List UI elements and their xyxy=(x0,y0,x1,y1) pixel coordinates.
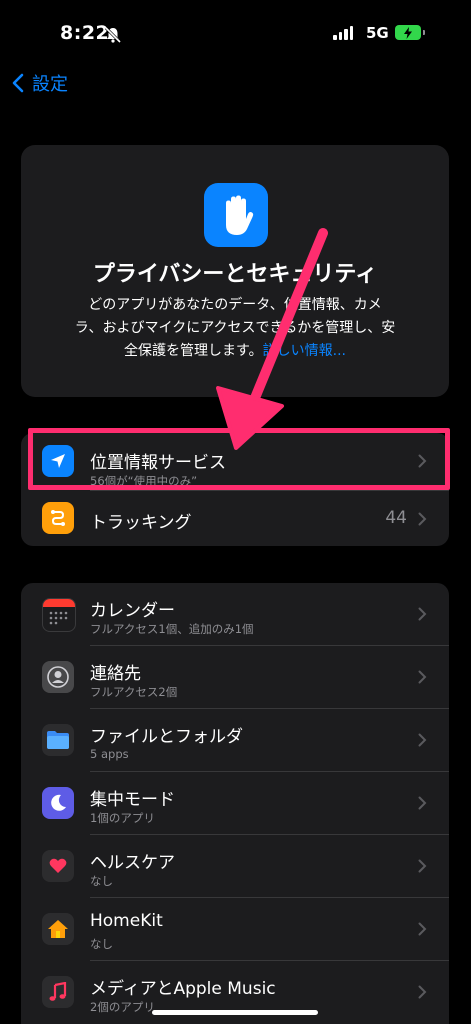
row-title: ヘルスケア xyxy=(90,853,175,873)
moon-icon xyxy=(42,787,74,819)
chevron-right-icon xyxy=(418,859,427,873)
folder-icon xyxy=(42,724,74,756)
row-subtitle: フルアクセス2個 xyxy=(90,685,178,699)
contacts-icon xyxy=(42,661,74,693)
files-folders-row[interactable]: ファイルとフォルダ 5 apps xyxy=(21,709,449,771)
row-subtitle: なし xyxy=(90,937,113,951)
row-title: カレンダー xyxy=(90,601,175,621)
network-type: 5G xyxy=(366,24,389,42)
row-title: ファイルとフォルダ xyxy=(90,727,243,747)
row-title: トラッキング xyxy=(90,513,192,533)
tracking-count: 44 xyxy=(385,508,407,528)
page-title: プライバシーとセキュリティ xyxy=(92,262,378,287)
chevron-right-icon xyxy=(418,796,427,810)
bell-slash-icon xyxy=(104,26,122,44)
tracking-row[interactable]: トラッキング 44 xyxy=(21,490,449,546)
back-label: 設定 xyxy=(32,74,68,95)
chevron-right-icon xyxy=(418,985,427,999)
chevron-right-icon xyxy=(418,607,427,621)
health-row[interactable]: ヘルスケア なし xyxy=(21,835,449,897)
hand-raised-icon xyxy=(204,183,268,247)
music-note-icon xyxy=(42,976,74,1008)
calendar-icon xyxy=(42,598,76,632)
highlight-box xyxy=(28,428,450,490)
row-title: 集中モード xyxy=(90,790,175,810)
back-button[interactable]: 設定 xyxy=(12,70,68,96)
battery-charging-icon xyxy=(395,25,421,40)
battery-tip xyxy=(423,30,425,35)
chevron-right-icon xyxy=(418,733,427,747)
tracking-icon xyxy=(42,502,74,534)
status-time: 8:22 xyxy=(60,22,110,44)
focus-row[interactable]: 集中モード 1個のアプリ xyxy=(21,772,449,834)
contacts-row[interactable]: 連絡先 フルアクセス2個 xyxy=(21,646,449,708)
header-description: どのアプリがあなたのデータ、位置情報、カメ ラ、およびマイクにアクセスできるかを… xyxy=(57,294,413,363)
row-title: HomeKit xyxy=(90,911,163,931)
description-line-3: 全保護を管理します。詳しい情報... xyxy=(57,340,413,363)
row-subtitle: 5 apps xyxy=(90,747,129,761)
description-line: どのアプリがあなたのデータ、位置情報、カメ xyxy=(88,297,382,313)
learn-more-link[interactable]: 詳しい情報... xyxy=(263,343,346,359)
description-line: ラ、およびマイクにアクセスできるかを管理し、安 xyxy=(74,320,396,336)
row-subtitle: 1個のアプリ xyxy=(90,811,155,825)
row-subtitle: フルアクセス1個、追加のみ1個 xyxy=(90,622,254,636)
chevron-right-icon xyxy=(418,670,427,684)
home-indicator[interactable] xyxy=(152,1010,318,1015)
row-subtitle: なし xyxy=(90,874,113,888)
heart-icon xyxy=(42,850,74,882)
app-permissions-group: カレンダー フルアクセス1個、追加のみ1個 連絡先 フルアクセス2個 ファイルと… xyxy=(21,583,449,1024)
row-subtitle: 2個のアプリ xyxy=(90,1000,155,1014)
chevron-right-icon xyxy=(418,922,427,936)
row-title: メディアとApple Music xyxy=(90,979,276,999)
chevron-right-icon xyxy=(418,512,427,526)
cellular-signal-icon xyxy=(333,26,353,40)
home-icon xyxy=(42,913,74,945)
homekit-row[interactable]: HomeKit なし xyxy=(21,898,449,960)
description-text: 全保護を管理します。 xyxy=(124,343,263,359)
chevron-left-icon xyxy=(12,73,24,93)
row-title: 連絡先 xyxy=(90,664,141,684)
calendar-row[interactable]: カレンダー フルアクセス1個、追加のみ1個 xyxy=(21,583,449,645)
